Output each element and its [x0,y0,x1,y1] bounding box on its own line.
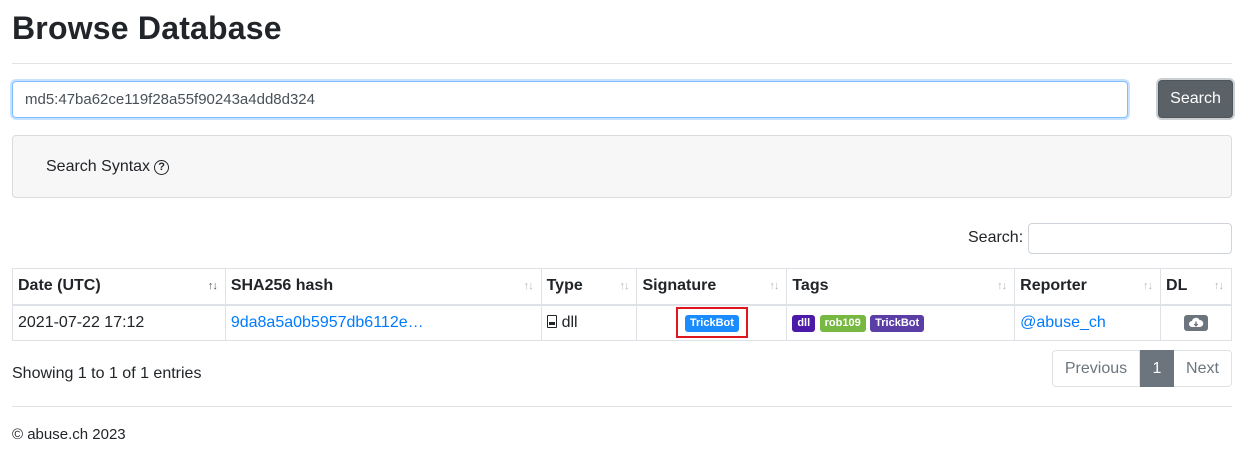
cell-tags: dll rob109 TrickBot [786,304,1016,341]
cell-sha256: 9da8a5a0b5957db6112e… [224,304,542,341]
search-syntax-toggle[interactable]: Search Syntax ? [46,158,170,176]
download-button[interactable] [1184,314,1209,331]
tag-badge[interactable]: TrickBot [870,315,925,333]
next-page-button[interactable]: Next [1174,350,1232,387]
search-syntax-label: Search Syntax [46,158,151,175]
table-header-row: Date (UTC) ↑↓ SHA256 hash ↑↓ Type ↑↓ Signat… [12,268,1232,306]
pagination: Previous 1 Next [1052,350,1232,387]
tag-badge[interactable]: dll [792,315,816,333]
cloud-download-icon [1189,317,1204,327]
page-title: Browse Database [12,10,282,46]
table-filter-label: Search: [968,229,1024,246]
search-syntax-panel: Search Syntax ? [12,135,1232,198]
search-button[interactable]: Search [1158,80,1233,118]
column-header-type[interactable]: Type ↑↓ [540,268,638,306]
sort-icon: ↑↓ [769,280,779,292]
cell-type: dll [540,304,638,341]
sort-icon: ↑↓ [523,280,534,292]
question-circle-icon: ? [154,159,170,175]
footer-copyright: © abuse.ch 2023 [12,426,126,443]
file-dll-icon [546,314,557,328]
search-input[interactable] [12,81,1128,118]
page-number-button[interactable]: 1 [1140,350,1174,387]
signature-highlight-box: TrickBot [675,307,748,339]
sort-icon: ↑↓ [1214,280,1224,292]
sha256-link[interactable]: 9da8a5a0b5957db6112e… [231,314,424,331]
cell-reporter: @abuse_ch [1014,304,1162,341]
header-divider [12,63,1232,64]
footer-divider [12,406,1232,407]
column-header-reporter[interactable]: Reporter ↑↓ [1014,268,1162,306]
cell-date: 2021-07-22 17:12 [12,304,226,341]
sort-desc-icon: ↑↓ [207,280,218,292]
column-header-signature[interactable]: Signature ↑↓ [636,268,788,306]
cell-dl [1160,304,1232,341]
sort-icon: ↑↓ [619,280,629,292]
pagination-info: Showing 1 to 1 of 1 entries [12,365,202,382]
previous-page-button[interactable]: Previous [1052,350,1140,387]
column-header-date[interactable]: Date (UTC) ↑↓ [12,268,226,306]
sort-icon: ↑↓ [1143,280,1153,292]
table-row: 2021-07-22 17:12 9da8a5a0b5957db6112e… d… [12,304,1232,341]
signature-badge[interactable]: TrickBot [684,315,739,333]
column-header-sha256[interactable]: SHA256 hash ↑↓ [224,268,542,306]
sort-icon: ↑↓ [997,280,1007,292]
table-filter-input[interactable] [1028,223,1232,254]
reporter-link[interactable]: @abuse_ch [1020,314,1106,331]
tag-badge[interactable]: rob109 [819,315,866,333]
cell-signature: TrickBot [636,304,788,341]
column-header-tags[interactable]: Tags ↑↓ [786,268,1016,306]
results-table: Date (UTC) ↑↓ SHA256 hash ↑↓ Type ↑↓ Signat… [12,268,1232,341]
column-header-dl[interactable]: DL ↑↓ [1160,268,1232,306]
